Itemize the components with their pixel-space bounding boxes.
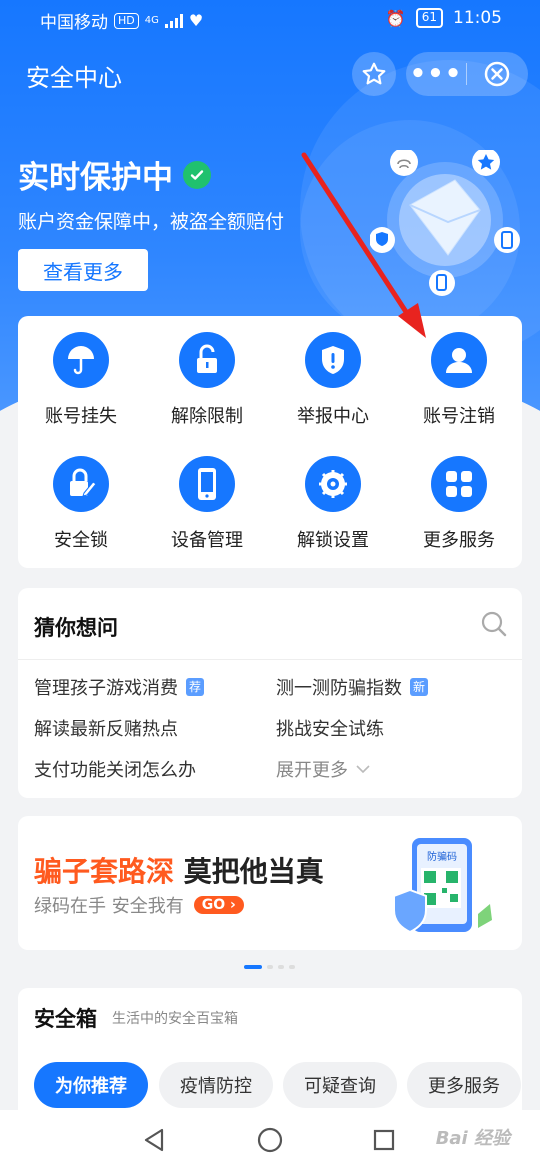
- faq-question-text: 解读最新反赌热点: [34, 719, 178, 740]
- check-icon: [183, 160, 211, 189]
- service-label: 举报中心: [297, 406, 369, 427]
- search-icon: [481, 611, 507, 637]
- network-label: 4G: [144, 14, 159, 26]
- banner-headline-red: 骗子套路深: [34, 855, 175, 888]
- safety-box-title: 安全箱: [34, 1007, 97, 1031]
- protection-title: 实时保护中: [18, 160, 173, 196]
- faq-question-text: 支付功能关闭怎么办: [34, 760, 196, 781]
- view-more-button[interactable]: 查看更多: [18, 249, 148, 291]
- expand-more-button[interactable]: 展开更多: [276, 756, 370, 782]
- home-button[interactable]: [254, 1124, 286, 1156]
- expand-label: 展开更多: [276, 760, 348, 781]
- clock: 11:05: [453, 8, 502, 28]
- service-unlock-settings[interactable]: 解锁设置: [270, 456, 396, 566]
- grid-icon: [431, 456, 487, 512]
- unlock-icon: [179, 332, 235, 388]
- carrier-label: 中国移动: [40, 13, 108, 33]
- banner-headline: 骗子套路深 莫把他当真: [34, 850, 324, 890]
- close-icon: [484, 61, 510, 87]
- banner-headline-dark: 莫把他当真: [183, 855, 324, 888]
- phone-icon: [179, 456, 235, 512]
- recommend-badge: 荐: [186, 678, 205, 696]
- faq-question[interactable]: 解读最新反赌热点: [34, 715, 178, 741]
- signal-icon: [164, 13, 183, 28]
- banner-pic-label: 防骗码: [427, 850, 457, 863]
- chip-suspicious-query[interactable]: 可疑查询: [283, 1062, 397, 1108]
- faq-question[interactable]: 测一测防骗指数 新: [276, 674, 429, 700]
- service-account-cancel[interactable]: 账号注销: [396, 332, 522, 442]
- service-label: 安全锁: [54, 530, 108, 551]
- back-icon: [144, 1128, 164, 1152]
- faq-question[interactable]: 挑战安全试练: [276, 715, 384, 741]
- chevron-down-icon: [356, 765, 370, 774]
- service-account-loss[interactable]: 账号挂失: [18, 332, 144, 442]
- lock-edit-icon: [53, 456, 109, 512]
- home-icon: [257, 1127, 283, 1153]
- service-label: 解除限制: [171, 406, 243, 427]
- faq-question-text: 管理孩子游戏消费: [34, 678, 178, 699]
- safety-box-subtitle: 生活中的安全百宝箱: [112, 1011, 238, 1027]
- service-more[interactable]: 更多服务: [396, 456, 522, 566]
- faq-title: 猜你想问: [34, 616, 118, 640]
- new-badge: 新: [410, 678, 429, 696]
- service-label: 账号挂失: [45, 406, 117, 427]
- service-label: 账号注销: [423, 406, 495, 427]
- chip-more-services[interactable]: 更多服务: [407, 1062, 521, 1108]
- favorite-button[interactable]: [352, 52, 396, 96]
- faq-question[interactable]: 管理孩子游戏消费 荐: [34, 674, 205, 700]
- banner-subline: 绿码在手 安全我有 GO ›: [34, 892, 244, 918]
- star-icon: [362, 62, 386, 85]
- key-gear-icon: [305, 456, 361, 512]
- faq-question-text: 测一测防骗指数: [276, 678, 402, 699]
- battery-icon: 61: [415, 8, 443, 28]
- qr-shield-illustration: 防骗码: [393, 838, 492, 934]
- more-menu-button[interactable]: •••: [406, 55, 466, 93]
- service-label: 解锁设置: [297, 530, 369, 551]
- user-icon: [431, 332, 487, 388]
- service-report-center[interactable]: 举报中心: [270, 332, 396, 442]
- faq-question-text: 挑战安全试练: [276, 719, 384, 740]
- umbrella-icon: [53, 332, 109, 388]
- system-nav-bar: Bai 经验: [0, 1110, 540, 1170]
- service-grid: 账号挂失 解除限制 举报中心 账号注销 安全锁 设备管理 解锁设置 更多服务: [18, 316, 522, 568]
- protection-status: 实时保护中 账户资金保障中，被盗全额赔付: [18, 152, 284, 234]
- shield-alert-icon: [305, 332, 361, 388]
- faq-card: 猜你想问 管理孩子游戏消费 荐 测一测防骗指数 新 解读最新反赌热点 挑战安全试…: [18, 588, 522, 798]
- chip-recommended[interactable]: 为你推荐: [34, 1062, 148, 1108]
- status-bar: 中国移动 HD 4G ♥ ⏰ 61 11:05: [0, 0, 540, 36]
- go-button[interactable]: GO ›: [193, 896, 244, 914]
- page-title: 安全中心: [26, 64, 122, 92]
- service-unlock-restriction[interactable]: 解除限制: [144, 332, 270, 442]
- chip-epidemic[interactable]: 疫情防控: [159, 1062, 273, 1108]
- recents-icon: [373, 1129, 395, 1151]
- mini-program-capsule: •••: [406, 52, 528, 96]
- protection-subtitle: 账户资金保障中，被盗全额赔付: [18, 211, 285, 233]
- alarm-icon: ⏰: [385, 8, 406, 28]
- service-device-management[interactable]: 设备管理: [144, 456, 270, 566]
- faq-question[interactable]: 支付功能关闭怎么办: [34, 756, 196, 782]
- back-button[interactable]: [138, 1124, 170, 1156]
- service-label: 更多服务: [423, 530, 495, 551]
- watermark-logo: Bai 经验: [435, 1128, 510, 1149]
- close-button[interactable]: [467, 60, 527, 88]
- search-button[interactable]: [480, 610, 508, 642]
- carousel-indicator: [244, 965, 295, 969]
- banner-subtitle: 绿码在手 安全我有: [34, 896, 184, 917]
- anti-fraud-banner[interactable]: 骗子套路深 莫把他当真 绿码在手 安全我有 GO › 防骗码: [18, 816, 522, 950]
- service-label: 设备管理: [171, 530, 243, 551]
- hd-badge: HD: [114, 12, 139, 29]
- recents-button[interactable]: [368, 1124, 400, 1156]
- security-shield-illustration: [370, 150, 520, 296]
- service-security-lock[interactable]: 安全锁: [18, 456, 144, 566]
- title-bar: 安全中心 •••: [0, 50, 540, 98]
- heart-icon: ♥: [188, 11, 204, 30]
